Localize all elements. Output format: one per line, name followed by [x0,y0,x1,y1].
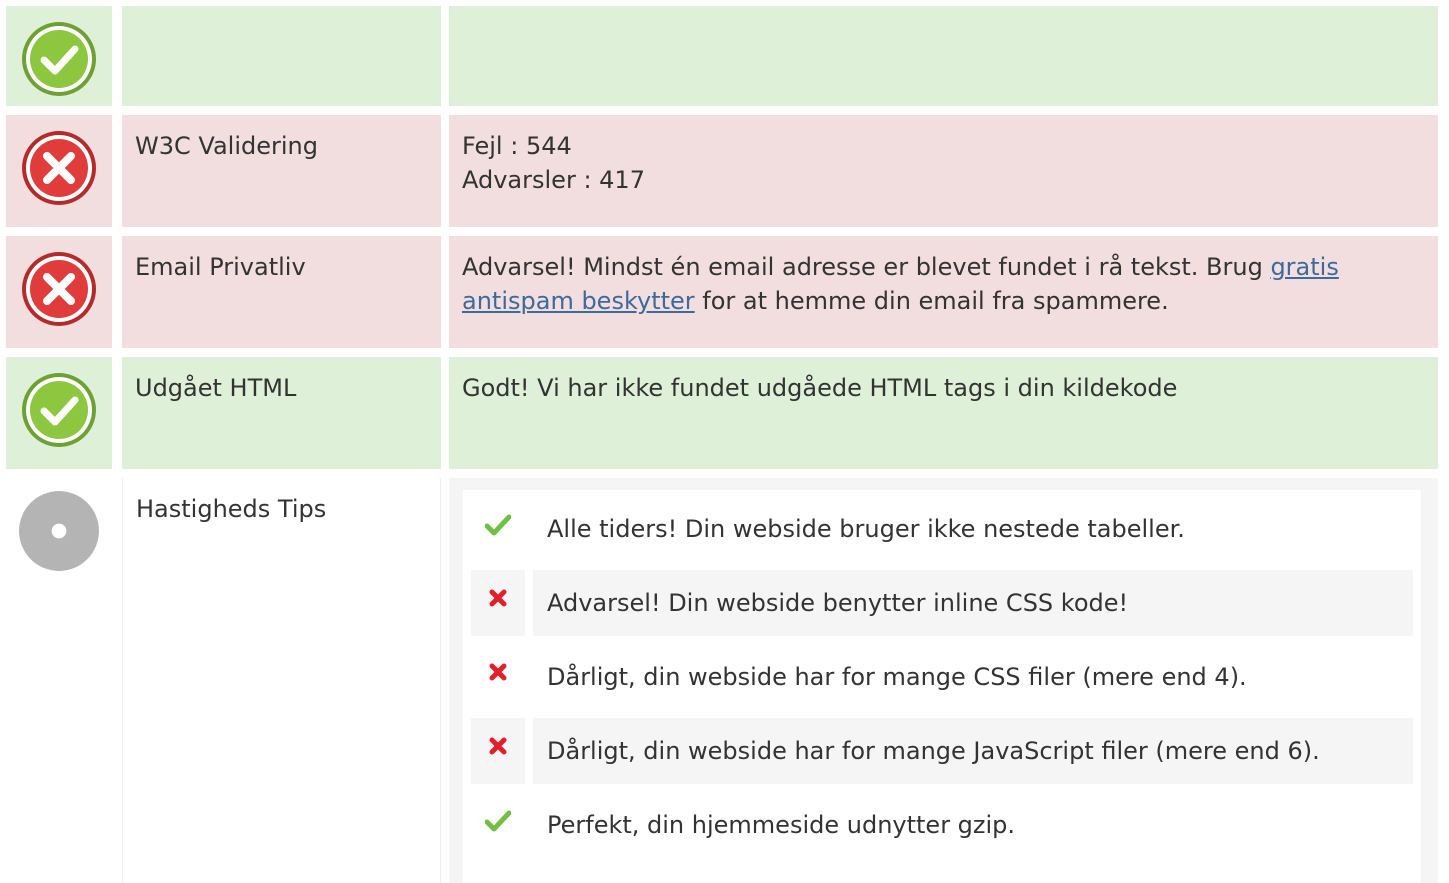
result-row-w3c: W3C Validering Fejl : 544 Advarsler : 41… [0,115,1449,227]
status-cell [6,478,112,883]
tip-text: Dårligt, din webside har for mange JavaS… [533,718,1413,784]
tip-item: Advarsel! Din webside benytter inline CS… [471,570,1413,636]
row-value: Advarsel! Mindst én email adresse er ble… [449,236,1438,348]
x-circle-icon [22,131,96,205]
tip-item: Dårligt, din webside har for mange JavaS… [471,718,1413,784]
row-value [449,6,1438,106]
row-label: Email Privatliv [122,236,441,348]
tip-text: Dårligt, din webside har for mange CSS f… [547,663,1247,691]
row-label [122,6,441,106]
speed-tips-list: Alle tiders! Din webside bruger ikke nes… [463,490,1421,883]
checkmark-icon [471,792,525,858]
tip-text: Advarsel! Din webside benytter inline CS… [533,570,1413,636]
tip-text: Perfekt, din hjemmeside udnytter gzip. [547,811,1016,839]
value-text-prefix: Advarsel! Mindst én email adresse er ble… [462,253,1271,281]
row-value: Alle tiders! Din webside bruger ikke nes… [449,478,1438,883]
result-row-deprecated-html: Udgået HTML Godt! Vi har ikke fundet udg… [0,357,1449,469]
status-cell [6,115,112,227]
status-cell [6,357,112,469]
tip-item: Alle tiders! Din webside bruger ikke nes… [471,496,1413,562]
status-cell [6,6,112,106]
cross-icon [471,570,525,636]
cross-icon [471,644,525,710]
w3c-errors: Fejl : 544 [462,132,572,160]
tip-item: Perfekt, din hjemmeside udnytter gzip. [471,792,1413,858]
row-label: Hastigheds Tips [122,478,441,883]
result-row [0,6,1449,106]
checkmark-icon [471,496,525,562]
tip-item: Dårligt, din webside har for mange CSS f… [471,644,1413,710]
tip-text: Alle tiders! Din webside bruger ikke nes… [547,515,1185,543]
status-cell [6,236,112,348]
neutral-circle-icon [19,491,99,571]
check-circle-icon [22,373,96,447]
row-value: Godt! Vi har ikke fundet udgåede HTML ta… [449,357,1438,469]
check-circle-icon [22,22,96,96]
result-row-email-privacy: Email Privatliv Advarsel! Mindst én emai… [0,236,1449,348]
row-label: W3C Validering [122,115,441,227]
value-text-suffix: for at hemme din email fra spammere. [694,287,1169,315]
result-row-speed-tips: Hastigheds Tips Alle tiders! Din webside… [0,478,1449,883]
x-circle-icon [22,252,96,326]
w3c-warnings: Advarsler : 417 [462,166,645,194]
row-label: Udgået HTML [122,357,441,469]
row-value: Fejl : 544 Advarsler : 417 [449,115,1438,227]
cross-icon [471,718,525,784]
